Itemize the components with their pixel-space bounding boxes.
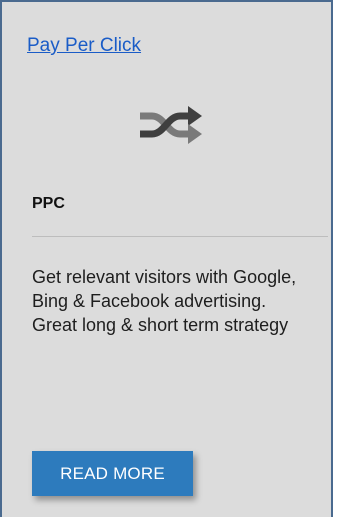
divider <box>32 236 328 237</box>
card-description: Get relevant visitors with Google, Bing … <box>32 267 297 335</box>
service-card: Pay Per Click PPC Get relevant visitors … <box>0 0 333 517</box>
shuffle-icon <box>138 104 204 148</box>
card-heading: PPC <box>32 195 65 212</box>
pay-per-click-link[interactable]: Pay Per Click <box>27 35 141 57</box>
read-more-button[interactable]: READ MORE <box>32 451 193 496</box>
